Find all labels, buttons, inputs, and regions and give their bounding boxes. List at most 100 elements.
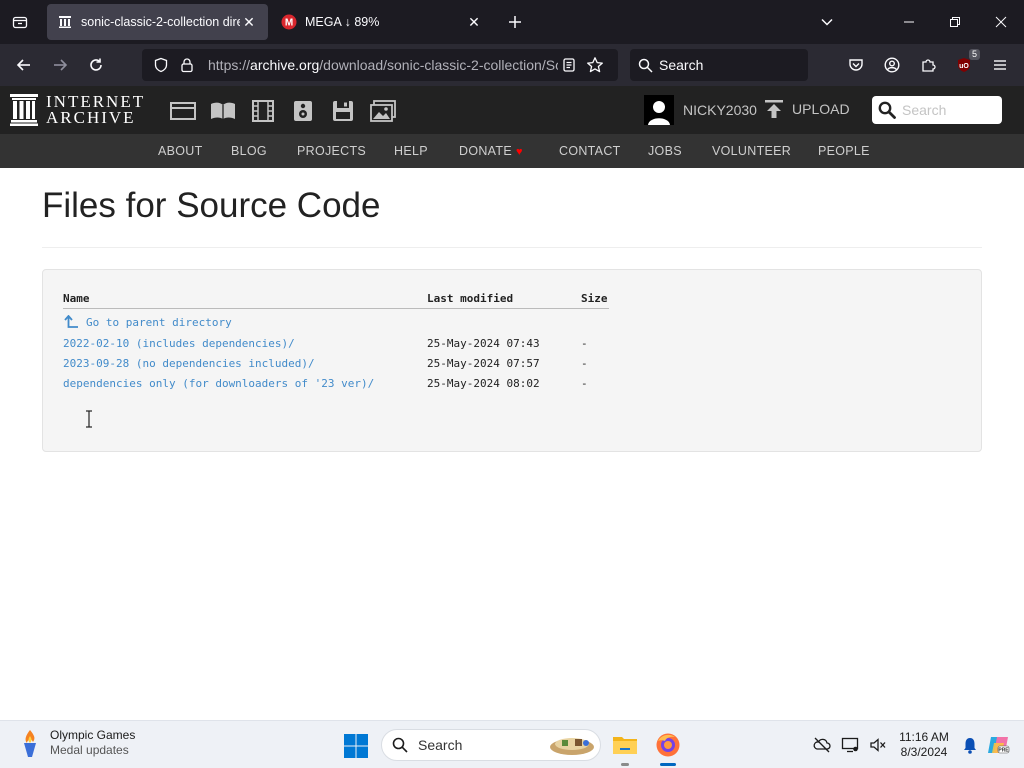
browser-search-bar[interactable]: Search — [630, 49, 808, 81]
ublock-count-badge: 5 — [968, 49, 980, 60]
restore-icon — [950, 17, 960, 27]
media-type-icons — [163, 98, 403, 124]
forward-button[interactable] — [42, 49, 78, 81]
pocket-button[interactable] — [838, 49, 874, 81]
avatar[interactable] — [644, 95, 674, 125]
parent-directory-link[interactable]: Go to parent directory — [63, 315, 232, 329]
back-button[interactable] — [6, 49, 42, 81]
url-bar[interactable]: https://archive.org/download/sonic-class… — [142, 49, 618, 81]
olympic-torch-icon — [24, 730, 36, 757]
directory-table: Name Last modified Size Go to parent dir… — [63, 292, 609, 394]
folder-link[interactable]: 2022-02-10 (includes dependencies)/ — [63, 337, 295, 350]
taskbar-search-label: Search — [418, 737, 463, 753]
table-row: dependencies only (for downloaders of '2… — [63, 374, 609, 394]
nav-about[interactable]: ABOUT — [158, 144, 203, 158]
minimize-button[interactable] — [886, 0, 932, 44]
ia-logo[interactable]: INTERNET ARCHIVE — [10, 93, 145, 127]
search-highlight-illustration-icon — [550, 738, 594, 755]
upload-button[interactable]: UPLOAD — [764, 99, 850, 119]
size-cell: - — [581, 357, 588, 370]
reload-button[interactable] — [78, 49, 114, 81]
onedrive-offline-icon[interactable] — [808, 731, 836, 759]
lock-icon[interactable] — [176, 54, 198, 76]
tab-list-button[interactable] — [0, 0, 40, 44]
nav-donate[interactable]: DONATE ♥ — [459, 144, 523, 158]
text-cursor-icon — [86, 410, 92, 428]
audio-icon[interactable] — [283, 98, 323, 124]
nav-volunteer[interactable]: VOLUNTEER — [712, 144, 791, 158]
table-cell — [427, 309, 581, 334]
bookmark-star-icon[interactable] — [584, 54, 606, 76]
app-menu-button[interactable] — [982, 49, 1018, 81]
ia-search-input[interactable] — [902, 102, 992, 118]
close-icon — [995, 16, 1007, 28]
web-icon[interactable] — [163, 98, 203, 124]
svg-text:M: M — [285, 18, 293, 29]
firefox-button[interactable] — [651, 729, 685, 766]
extensions-button[interactable] — [910, 49, 946, 81]
mega-favicon-icon: M — [281, 14, 297, 30]
copilot-icon[interactable]: PRE — [984, 731, 1012, 759]
nav-projects[interactable]: PROJECTS — [297, 144, 366, 158]
ia-top-nav: INTERNET ARCHIVE NICKY2030 UPLOAD Search — [0, 86, 1024, 134]
folder-link[interactable]: 2023-09-28 (no dependencies included)/ — [63, 357, 315, 370]
ia-search-box[interactable] — [872, 96, 1002, 124]
folder-link[interactable]: dependencies only (for downloaders of '2… — [63, 377, 374, 390]
search-icon — [638, 58, 653, 73]
puzzle-icon — [922, 59, 936, 72]
archive-favicon-icon — [57, 14, 73, 30]
taskbar-search[interactable]: Search — [381, 729, 601, 761]
ublock-button[interactable]: uO 5 — [946, 49, 982, 81]
parent-directory-label: Go to parent directory — [86, 315, 232, 329]
table-cell: dependencies only (for downloaders of '2… — [63, 374, 427, 394]
archive-building-icon — [10, 94, 38, 126]
nav-blog[interactable]: BLOG — [231, 144, 267, 158]
close-window-button[interactable] — [978, 0, 1024, 44]
list-all-tabs-button[interactable] — [804, 0, 850, 44]
account-button[interactable] — [874, 49, 910, 81]
modified-cell: 25-May-2024 07:43 — [427, 337, 540, 350]
page-title: Files for Source Code — [42, 186, 381, 225]
username[interactable]: NICKY2030 — [683, 102, 757, 118]
tab-archive-listing[interactable]: sonic-classic-2-collection directory lis… — [47, 4, 268, 40]
directory-listing: Name Last modified Size Go to parent dir… — [42, 269, 982, 452]
url-text[interactable]: https://archive.org/download/sonic-class… — [202, 57, 558, 73]
nav-people[interactable]: PEOPLE — [818, 144, 870, 158]
windows-taskbar: Olympic Games Medal updates Search 11:16… — [0, 720, 1024, 768]
url-host: archive.org — [250, 57, 320, 73]
logo-line-archive: ARCHIVE — [46, 108, 136, 127]
news-widget[interactable]: Olympic Games Medal updates — [18, 728, 135, 758]
video-icon[interactable] — [243, 98, 283, 124]
plus-icon — [509, 16, 521, 28]
clock[interactable]: 11:16 AM 8/3/2024 — [894, 730, 954, 760]
display-icon[interactable] — [836, 731, 864, 759]
tab-title: MEGA ↓ 89% — [305, 15, 380, 29]
close-tab-icon[interactable]: ✕ — [465, 13, 483, 31]
file-explorer-button[interactable] — [608, 729, 642, 766]
heart-icon: ♥ — [515, 146, 523, 158]
nav-jobs[interactable]: JOBS — [648, 144, 682, 158]
upload-icon — [764, 99, 784, 119]
shield-icon[interactable] — [150, 54, 172, 76]
volume-muted-icon[interactable] — [864, 731, 892, 759]
restore-button[interactable] — [932, 0, 978, 44]
notification-bell-icon[interactable] — [956, 731, 984, 759]
reader-view-icon[interactable] — [558, 54, 580, 76]
user-menu[interactable]: NICKY2030 — [644, 95, 757, 125]
software-icon[interactable] — [323, 98, 363, 124]
images-icon[interactable] — [363, 98, 403, 124]
close-tab-icon[interactable]: ✕ — [240, 13, 258, 31]
windows-start-icon[interactable] — [342, 732, 370, 760]
svg-text:PRE: PRE — [998, 748, 1009, 754]
nav-help[interactable]: HELP — [394, 144, 428, 158]
arrow-right-icon — [54, 59, 68, 71]
new-tab-button[interactable] — [503, 10, 527, 34]
column-modified-header: Last modified — [427, 292, 581, 309]
app-running-indicator — [621, 763, 629, 766]
tab-mega[interactable]: M MEGA ↓ 89% ✕ — [271, 4, 493, 40]
browser-tab-bar: sonic-classic-2-collection directory lis… — [0, 0, 1024, 44]
nav-contact[interactable]: CONTACT — [559, 144, 621, 158]
table-cell: 2022-02-10 (includes dependencies)/ — [63, 334, 427, 354]
texts-icon[interactable] — [203, 98, 243, 124]
search-icon — [392, 737, 408, 753]
